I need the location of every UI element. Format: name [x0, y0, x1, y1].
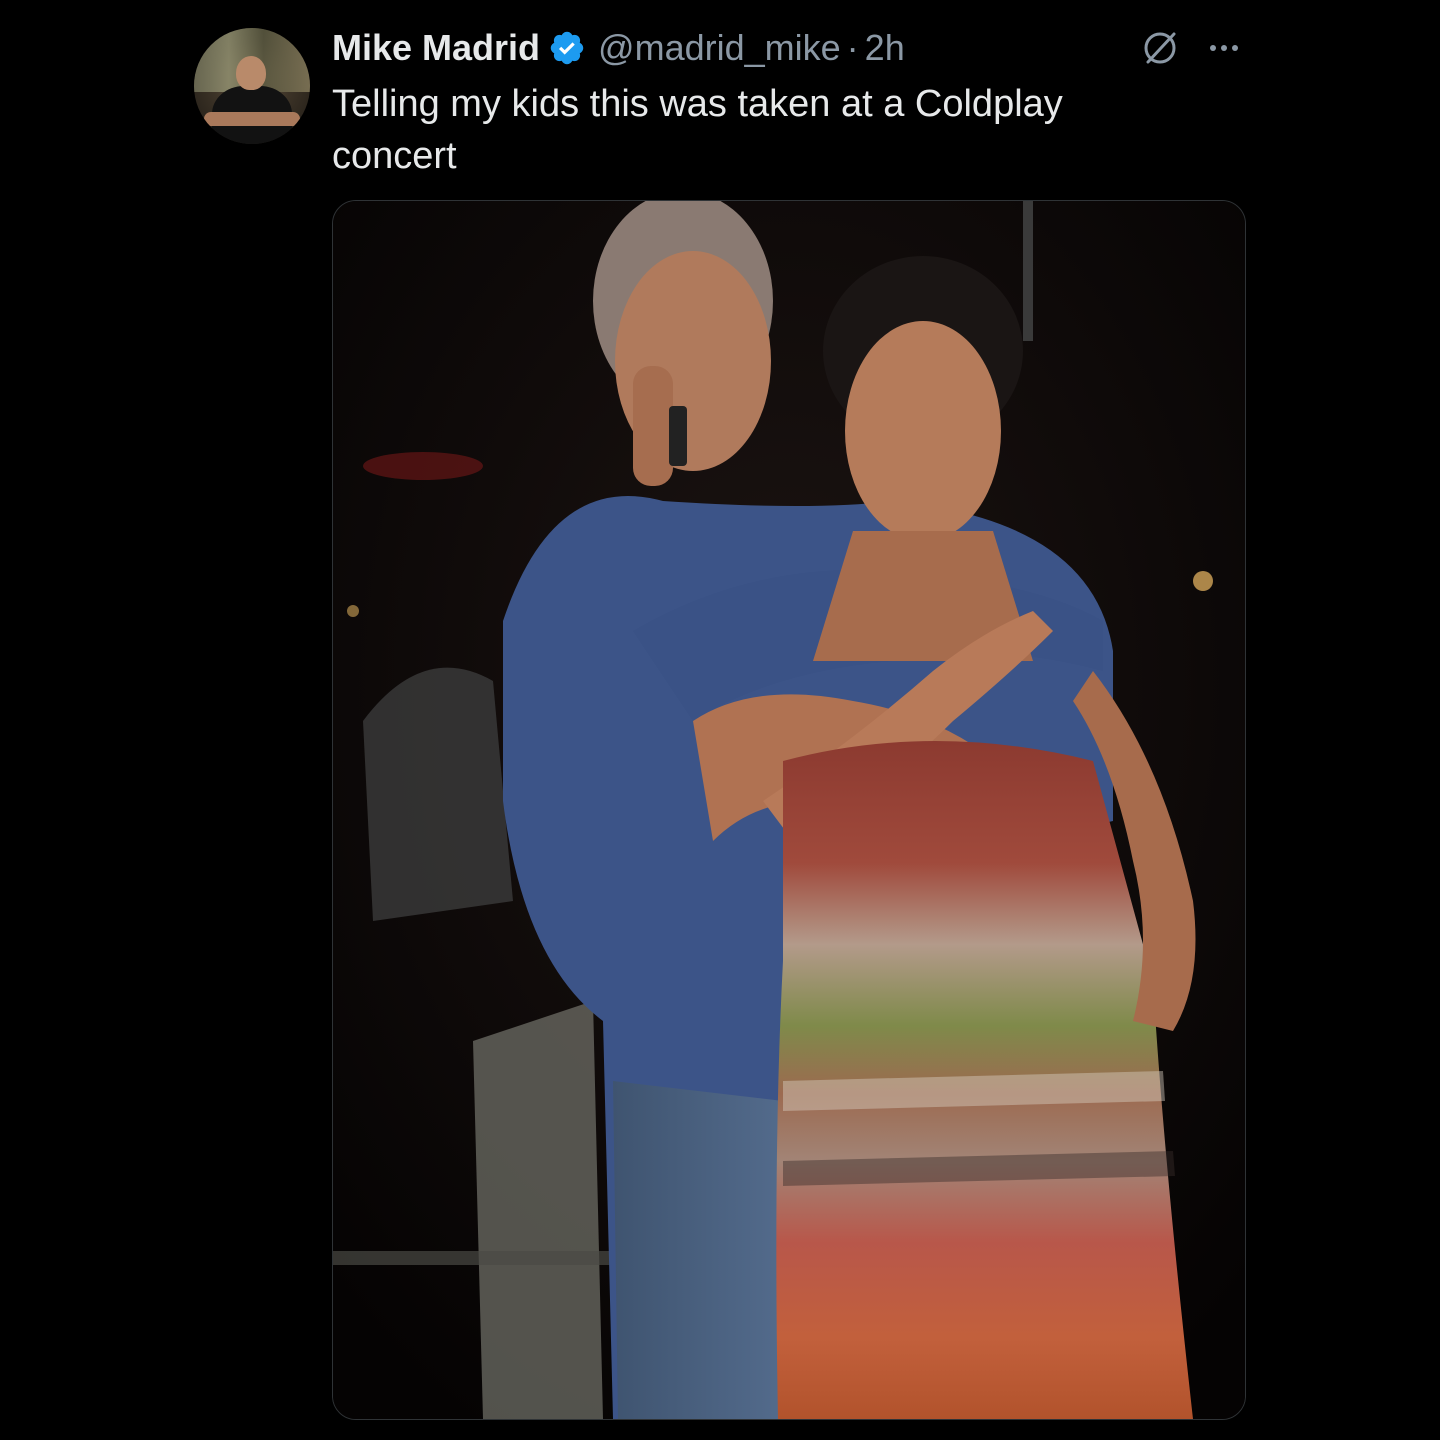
tweet-card: Mike Madrid @madrid_mike · 2h Telling my…	[0, 0, 1440, 1440]
tweet-photo[interactable]	[332, 200, 1246, 1420]
tweet-header: Mike Madrid @madrid_mike · 2h	[332, 24, 905, 72]
author-handle[interactable]: @madrid_mike	[598, 27, 841, 69]
verified-badge-icon	[550, 31, 584, 65]
grok-icon[interactable]	[1140, 28, 1180, 68]
tweet-timestamp[interactable]: 2h	[865, 27, 905, 69]
tweet-text: Telling my kids this was taken at a Cold…	[332, 83, 1063, 177]
author-name[interactable]: Mike Madrid	[332, 27, 540, 69]
more-options-icon[interactable]	[1204, 28, 1244, 68]
photo-scene	[333, 201, 1245, 1419]
header-separator: ·	[846, 27, 859, 68]
author-avatar[interactable]	[194, 28, 310, 144]
